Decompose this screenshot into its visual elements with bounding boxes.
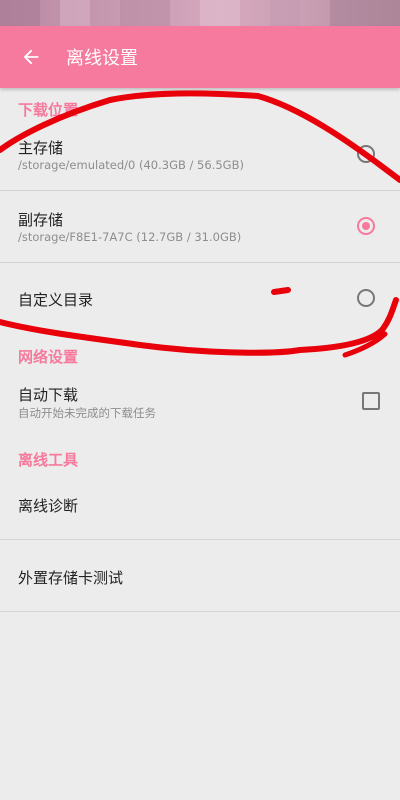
storage-option-secondary[interactable]: 副存储 /storage/F8E1-7A7C (12.7GB / 31.0GB) (0, 191, 400, 262)
app-bar: 离线设置 (0, 26, 400, 88)
offline-diagnosis-row[interactable]: 离线诊断 (0, 470, 400, 539)
storage-option-title: 副存储 (18, 211, 64, 229)
arrow-left-icon (23, 49, 39, 65)
external-sd-test-row[interactable]: 外置存储卡测试 (0, 540, 400, 611)
section-header-download-location: 下载位置 (18, 101, 79, 119)
back-button[interactable] (0, 26, 62, 88)
radio-custom-directory[interactable] (357, 289, 375, 307)
auto-download-row[interactable]: 自动下载 自动开始未完成的下载任务 (0, 368, 400, 438)
auto-download-title: 自动下载 (18, 386, 79, 404)
radio-primary-storage[interactable] (357, 145, 375, 163)
auto-download-checkbox[interactable] (362, 392, 380, 410)
storage-option-path: /storage/F8E1-7A7C (12.7GB / 31.0GB) (18, 230, 242, 244)
page-title: 离线设置 (66, 48, 138, 69)
divider (0, 611, 400, 612)
storage-option-path: /storage/emulated/0 (40.3GB / 56.5GB) (18, 158, 244, 172)
storage-option-custom[interactable]: 自定义目录 (0, 263, 400, 335)
offline-diagnosis-title: 离线诊断 (18, 497, 79, 515)
storage-option-title: 主存储 (18, 139, 64, 157)
storage-option-title: 自定义目录 (18, 291, 94, 309)
external-sd-test-title: 外置存储卡测试 (18, 569, 124, 587)
radio-secondary-storage[interactable] (357, 217, 375, 235)
status-bar (0, 0, 400, 26)
section-header-offline-tools: 离线工具 (18, 451, 79, 469)
auto-download-description: 自动开始未完成的下载任务 (18, 406, 156, 420)
storage-option-primary[interactable]: 主存储 /storage/emulated/0 (40.3GB / 56.5GB… (0, 120, 400, 190)
section-header-network: 网络设置 (18, 348, 79, 366)
